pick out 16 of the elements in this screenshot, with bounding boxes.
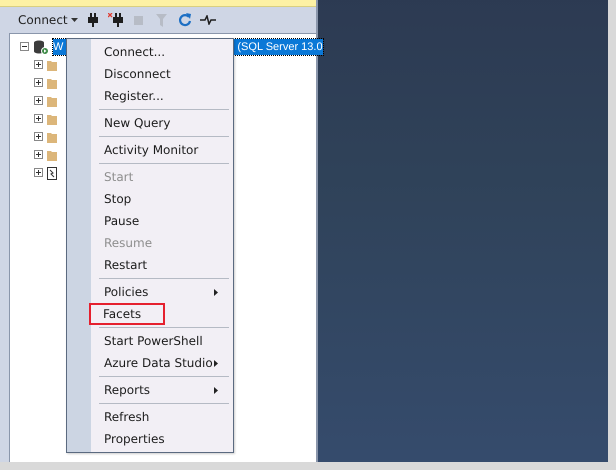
menu-item[interactable]: Pause	[97, 210, 229, 232]
connect-button[interactable]: Connect	[18, 13, 78, 27]
menu-item[interactable]: Refresh	[97, 406, 229, 428]
menu-item[interactable]: Activity Monitor	[97, 139, 229, 161]
menu-item[interactable]: Azure Data Studio	[97, 352, 229, 374]
menu-item[interactable]: Properties	[97, 428, 229, 450]
menu-item[interactable]: Register...	[97, 85, 229, 107]
menu-item[interactable]: Facets	[89, 303, 165, 325]
menu-item[interactable]: Policies	[97, 281, 229, 303]
menu-item[interactable]: Connect...	[97, 41, 229, 63]
menu-item[interactable]: Start PowerShell	[97, 330, 229, 352]
menu-item[interactable]: Restart	[97, 254, 229, 276]
menu-item[interactable]: Reports	[97, 379, 229, 401]
menu-item[interactable]: Stop	[97, 188, 229, 210]
menu-item[interactable]: Disconnect	[97, 63, 229, 85]
menu-item[interactable]: New Query	[97, 112, 229, 134]
